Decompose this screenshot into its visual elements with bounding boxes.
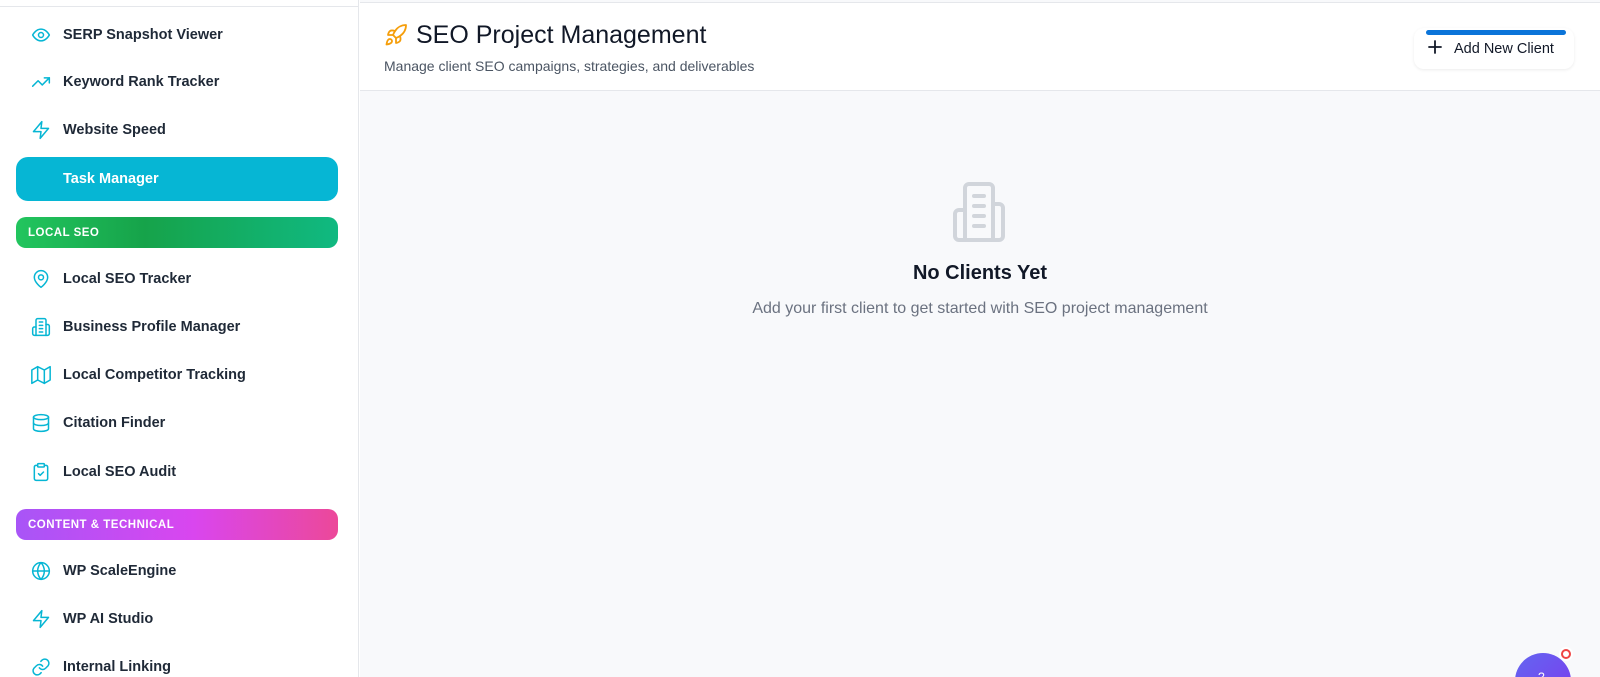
help-icon: ? xyxy=(1538,670,1545,677)
sidebar-item-label: WP AI Studio xyxy=(63,611,154,627)
sidebar-item-label: WP ScaleEngine xyxy=(63,563,177,579)
sidebar-item-label: Local Competitor Tracking xyxy=(63,367,246,383)
sidebar-item-task-manager[interactable]: Task Manager xyxy=(16,157,338,201)
sidebar-item-local-seo-audit[interactable]: Local SEO Audit xyxy=(16,450,338,494)
empty-state-text: Add your first client to get started wit… xyxy=(752,300,1208,317)
sidebar-item-citation-finder[interactable]: Citation Finder xyxy=(16,401,338,445)
link-icon xyxy=(30,656,52,677)
add-new-client-button[interactable]: Add New Client xyxy=(1414,28,1574,69)
section-header-content-technical: CONTENT & TECHNICAL xyxy=(16,509,338,540)
notification-badge xyxy=(1559,647,1573,661)
globe-icon xyxy=(30,560,52,582)
sidebar-item-website-speed[interactable]: Website Speed xyxy=(16,108,338,152)
clipboard-check-icon xyxy=(30,461,52,483)
page-title: SEO Project Management xyxy=(416,21,707,49)
sidebar-divider xyxy=(0,6,358,7)
building-icon xyxy=(30,316,52,338)
sidebar-item-wp-scaleengine[interactable]: WP ScaleEngine xyxy=(16,549,338,593)
sidebar-item-label: Task Manager xyxy=(63,171,159,187)
sidebar-item-internal-linking[interactable]: Internal Linking xyxy=(16,645,338,677)
sidebar-item-label: Business Profile Manager xyxy=(63,319,241,335)
building-icon xyxy=(947,180,1011,244)
sidebar: SERP Snapshot Viewer Keyword Rank Tracke… xyxy=(0,0,359,677)
sidebar-item-label: Local SEO Audit xyxy=(63,464,177,480)
sidebar-item-label: Internal Linking xyxy=(63,659,171,675)
add-new-client-label: Add New Client xyxy=(1454,41,1554,57)
sidebar-item-local-competitor-tracking[interactable]: Local Competitor Tracking xyxy=(16,353,338,397)
page-header: SEO Project Management Manage client SEO… xyxy=(360,2,1600,91)
map-icon xyxy=(30,364,52,386)
sidebar-item-business-profile-manager[interactable]: Business Profile Manager xyxy=(16,305,338,349)
sidebar-item-label: Local SEO Tracker xyxy=(63,271,192,287)
sidebar-item-wp-ai-studio[interactable]: WP AI Studio xyxy=(16,597,338,641)
lightning-icon xyxy=(30,119,52,141)
sidebar-item-local-seo-tracker[interactable]: Local SEO Tracker xyxy=(16,257,338,301)
sidebar-item-keyword-rank-tracker[interactable]: Keyword Rank Tracker xyxy=(16,60,338,104)
eye-icon xyxy=(30,24,52,46)
sidebar-item-serp-snapshot-viewer[interactable]: SERP Snapshot Viewer xyxy=(16,13,338,57)
plus-icon xyxy=(1428,40,1444,56)
sidebar-item-label: SERP Snapshot Viewer xyxy=(63,27,223,43)
main-content: SEO Project Management Manage client SEO… xyxy=(360,0,1600,677)
rocket-icon xyxy=(384,23,408,47)
sidebar-item-label: Keyword Rank Tracker xyxy=(63,74,220,90)
button-progress-bar xyxy=(1426,30,1566,35)
map-pin-icon xyxy=(30,268,52,290)
sidebar-item-label: Citation Finder xyxy=(63,415,166,431)
database-icon xyxy=(30,412,52,434)
sidebar-item-label: Website Speed xyxy=(63,122,166,138)
lightning-icon xyxy=(30,608,52,630)
page-subtitle: Manage client SEO campaigns, strategies,… xyxy=(384,58,755,74)
trending-up-icon xyxy=(30,71,52,93)
section-header-local-seo: LOCAL SEO xyxy=(16,217,338,248)
empty-state-title: No Clients Yet xyxy=(912,262,1048,284)
